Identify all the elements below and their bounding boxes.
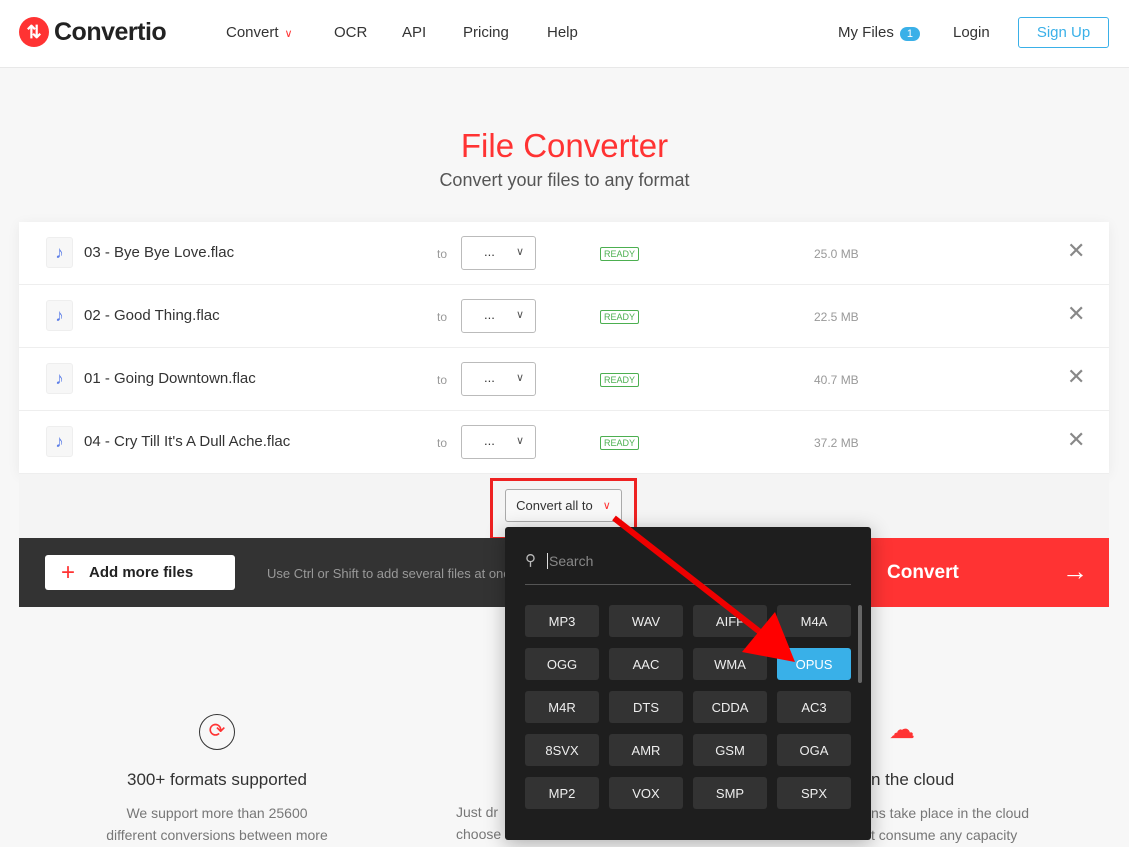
annotation-arrow [612,515,795,662]
